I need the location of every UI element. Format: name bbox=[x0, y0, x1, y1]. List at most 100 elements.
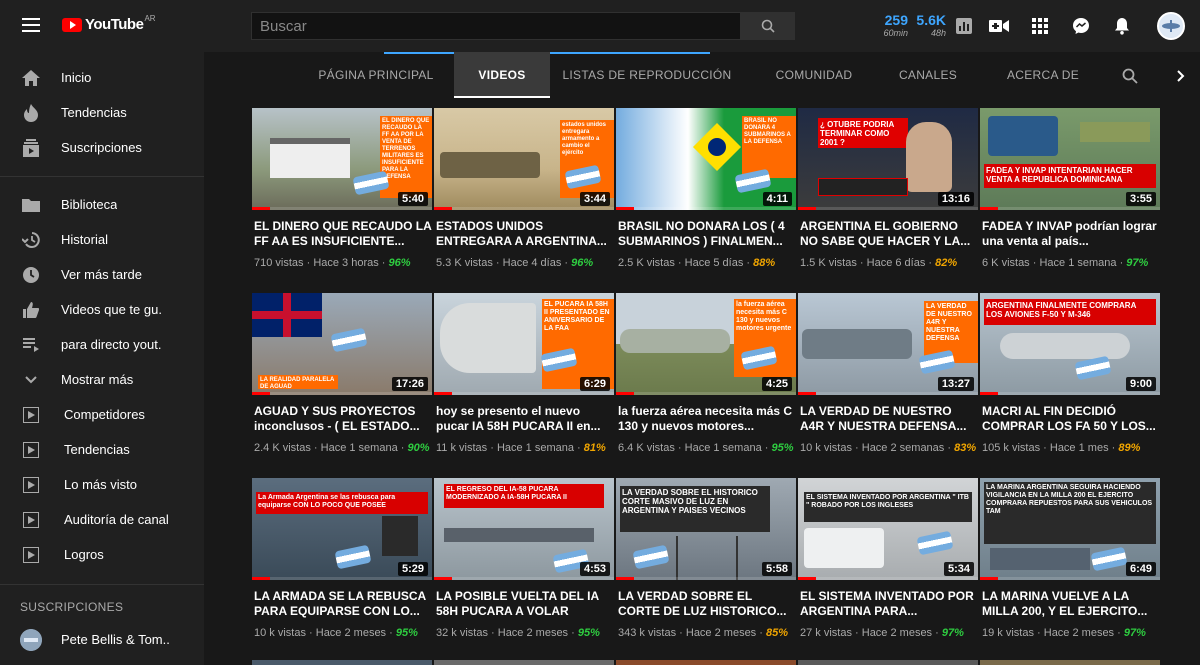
video-title[interactable]: hoy se presento el nuevo pucar IA 58H PU… bbox=[436, 404, 614, 434]
sidebar-subscription-channel[interactable]: Pete Bellis & Tom... bbox=[0, 622, 204, 657]
search-input[interactable]: Buscar bbox=[251, 12, 741, 40]
published-time: Hace 1 mes bbox=[1049, 442, 1109, 454]
playlist-play-icon bbox=[22, 476, 40, 494]
video-duration: 4:53 bbox=[579, 562, 610, 576]
video-thumbnail-partial[interactable] bbox=[434, 660, 614, 665]
video-title[interactable]: ARGENTINA EL GOBIERNO NO SABE QUE HACER … bbox=[800, 219, 978, 249]
video-thumbnail[interactable]: EL REGRESO DEL IA-58 PUCARA MODERNIZADO … bbox=[434, 478, 614, 580]
approval-pct: 82% bbox=[935, 257, 958, 269]
video-thumbnail[interactable]: EL PUCARA IA 58H II PRESENTADO EN ANIVER… bbox=[434, 293, 614, 395]
video-title[interactable]: MACRI AL FIN DECIDIÓ COMPRAR LOS FA 50 Y… bbox=[982, 404, 1160, 434]
history-icon bbox=[22, 231, 40, 249]
thumbnail-gate-shape bbox=[270, 138, 350, 178]
avatar[interactable] bbox=[1157, 12, 1185, 40]
thumbnail-jet-shape bbox=[1000, 333, 1130, 359]
video-thumbnail-partial[interactable] bbox=[798, 660, 978, 665]
video-title[interactable]: la fuerza aérea necesita más C 130 y nue… bbox=[618, 404, 796, 434]
thumbnail-plane-shape bbox=[444, 528, 594, 542]
sidebar-item-inicio[interactable]: Inicio bbox=[0, 60, 204, 95]
analytics-icon[interactable] bbox=[954, 16, 974, 36]
approval-pct: 90% bbox=[407, 442, 430, 454]
video-title[interactable]: AGUAD Y SUS PROYECTOS inconclusos - ( EL… bbox=[254, 404, 432, 434]
view-count: 19 k vistas bbox=[982, 627, 1034, 639]
view-count: 27 k vistas bbox=[800, 627, 852, 639]
video-thumbnail[interactable]: EL DINERO QUE RECAUDO LA FF AA POR LA VE… bbox=[252, 108, 432, 210]
sidebar-item-ver-mas-tarde[interactable]: Ver más tarde bbox=[0, 257, 204, 292]
watch-progress bbox=[616, 577, 796, 580]
video-thumbnail[interactable]: ¿ OTUBRE PODRIA TERMINAR COMO 2001 ? 13:… bbox=[798, 108, 978, 210]
notifications-icon[interactable] bbox=[1112, 16, 1132, 36]
tab-videos[interactable]: VIDEOS bbox=[454, 52, 550, 98]
video-thumbnail[interactable]: EL SISTEMA INVENTADO POR ARGENTINA " ITB… bbox=[798, 478, 978, 580]
video-thumbnail-partial[interactable] bbox=[616, 660, 796, 665]
sidebar-item-auditoria[interactable]: Auditoría de canal bbox=[0, 502, 204, 537]
tab-search[interactable] bbox=[1112, 52, 1148, 98]
tab-canales[interactable]: CANALES bbox=[888, 52, 968, 98]
video-title[interactable]: LA MARINA VUELVE A LA MILLA 200, Y EL EJ… bbox=[982, 589, 1160, 619]
view-count: 1.5 K vistas bbox=[800, 257, 857, 269]
published-time: Hace 5 días bbox=[684, 257, 744, 269]
stat-realtime[interactable]: 259 60min bbox=[876, 12, 908, 38]
video-thumbnail[interactable]: LA MARINA ARGENTINA SEGUIRA HACIENDO VIG… bbox=[980, 478, 1160, 580]
approval-pct: 83% bbox=[954, 442, 977, 454]
youtube-logo[interactable]: YouTube AR bbox=[62, 14, 156, 33]
tab-acerca-de[interactable]: ACERCA DE bbox=[998, 52, 1088, 98]
messages-icon[interactable] bbox=[1071, 16, 1091, 36]
tabs-next-button[interactable] bbox=[1166, 52, 1196, 98]
sidebar-item-tendencias-2[interactable]: Tendencias bbox=[0, 432, 204, 467]
create-video-icon[interactable] bbox=[989, 16, 1009, 36]
published-time: Hace 6 días bbox=[866, 257, 926, 269]
thumbnail-banner-shape bbox=[818, 178, 908, 196]
sidebar-item-suscripciones[interactable]: Suscripciones bbox=[0, 130, 204, 165]
video-thumbnail[interactable]: La Armada Argentina se las rebusca para … bbox=[252, 478, 432, 580]
view-count: 710 vistas bbox=[254, 257, 304, 269]
video-thumbnail[interactable]: BRASIL NO DONARA 4 SUBMARINOS A LA DEFEN… bbox=[616, 108, 796, 210]
video-title[interactable]: LA ARMADA SE LA REBUSCA PARA EQUIPARSE C… bbox=[254, 589, 432, 619]
video-thumbnail[interactable]: LA VERDAD DE NUESTRO A4R Y NUESTRA DEFEN… bbox=[798, 293, 978, 395]
sidebar-item-label: Auditoría de canal bbox=[64, 512, 169, 527]
chevron-right-icon bbox=[1177, 70, 1185, 82]
video-meta: 343 k vistas · Hace 2 meses · 85% bbox=[618, 627, 788, 639]
sidebar-item-label: para directo yout... bbox=[61, 337, 161, 352]
sidebar-item-label: Biblioteca bbox=[61, 197, 118, 212]
video-thumbnail[interactable]: LA REALIDAD PARALELA DE AGUAD 17:26 bbox=[252, 293, 432, 395]
sidebar-item-lo-mas-visto[interactable]: Lo más visto bbox=[0, 467, 204, 502]
video-thumbnail-partial[interactable] bbox=[980, 660, 1160, 665]
approval-pct: 85% bbox=[765, 627, 788, 639]
sidebar-item-playlist[interactable]: para directo yout... bbox=[0, 327, 204, 362]
video-title[interactable]: EL SISTEMA INVENTADO POR ARGENTINA PARA.… bbox=[800, 589, 978, 619]
sidebar-item-videos-que-te-gustan[interactable]: Videos que te gu... bbox=[0, 292, 204, 327]
video-title[interactable]: ESTADOS UNIDOS ENTREGARA A ARGENTINA... bbox=[436, 219, 614, 249]
video-thumbnail[interactable]: estados unidos entregara armamento a cam… bbox=[434, 108, 614, 210]
tab-pagina-principal[interactable]: PÁGINA PRINCIPAL bbox=[308, 52, 444, 98]
thumbnail-plane-shape bbox=[620, 329, 730, 353]
menu-icon[interactable] bbox=[22, 18, 40, 32]
sidebar-item-biblioteca[interactable]: Biblioteca bbox=[0, 187, 204, 222]
apps-icon[interactable] bbox=[1030, 16, 1050, 36]
sidebar-item-mostrar-mas[interactable]: Mostrar más bbox=[0, 362, 204, 397]
video-title[interactable]: BRASIL NO DONARA LOS ( 4 SUBMARINOS ) FI… bbox=[618, 219, 796, 249]
stat-48h[interactable]: 5.6K 48h bbox=[912, 12, 946, 38]
video-thumbnail[interactable]: ARGENTINA FINALMENTE COMPRARA LOS AVIONE… bbox=[980, 293, 1160, 395]
sidebar-item-competidores[interactable]: Competidores bbox=[0, 397, 204, 432]
video-title[interactable]: EL DINERO QUE RECAUDO LA FF AA ES INSUFI… bbox=[254, 219, 432, 249]
watch-progress bbox=[434, 577, 614, 580]
search-button[interactable] bbox=[740, 12, 795, 40]
video-title[interactable]: LA VERDAD SOBRE EL CORTE DE LUZ HISTORIC… bbox=[618, 589, 796, 619]
video-thumbnail-partial[interactable] bbox=[252, 660, 432, 665]
video-title[interactable]: FADEA Y INVAP podrían lograr una venta a… bbox=[982, 219, 1160, 249]
video-thumbnail[interactable]: LA VERDAD SOBRE EL HISTORICO CORTE MASIV… bbox=[616, 478, 796, 580]
sidebar-item-historial[interactable]: Historial bbox=[0, 222, 204, 257]
tab-comunidad[interactable]: COMUNIDAD bbox=[764, 52, 864, 98]
sidebar: Inicio Tendencias Suscripciones Bibliote… bbox=[0, 52, 204, 665]
sidebar-item-logros[interactable]: Logros bbox=[0, 537, 204, 572]
video-thumbnail[interactable]: FADEA Y INVAP INTENTARIAN HACER VENTA A … bbox=[980, 108, 1160, 210]
approval-pct: 95% bbox=[771, 442, 794, 454]
video-title[interactable]: LA POSIBLE VUELTA DEL IA 58H PUCARA A VO… bbox=[436, 589, 614, 619]
sidebar-item-tendencias[interactable]: Tendencias bbox=[0, 95, 204, 130]
tab-listas[interactable]: LISTAS DE REPRODUCCIÓN bbox=[562, 52, 732, 98]
sidebar-item-label: Pete Bellis & Tom... bbox=[61, 632, 171, 647]
video-title[interactable]: LA VERDAD DE NUESTRO A4R Y NUESTRA DEFEN… bbox=[800, 404, 978, 434]
video-duration: 9:00 bbox=[1125, 377, 1156, 391]
video-thumbnail[interactable]: la fuerza aérea necesita más C 130 y nue… bbox=[616, 293, 796, 395]
